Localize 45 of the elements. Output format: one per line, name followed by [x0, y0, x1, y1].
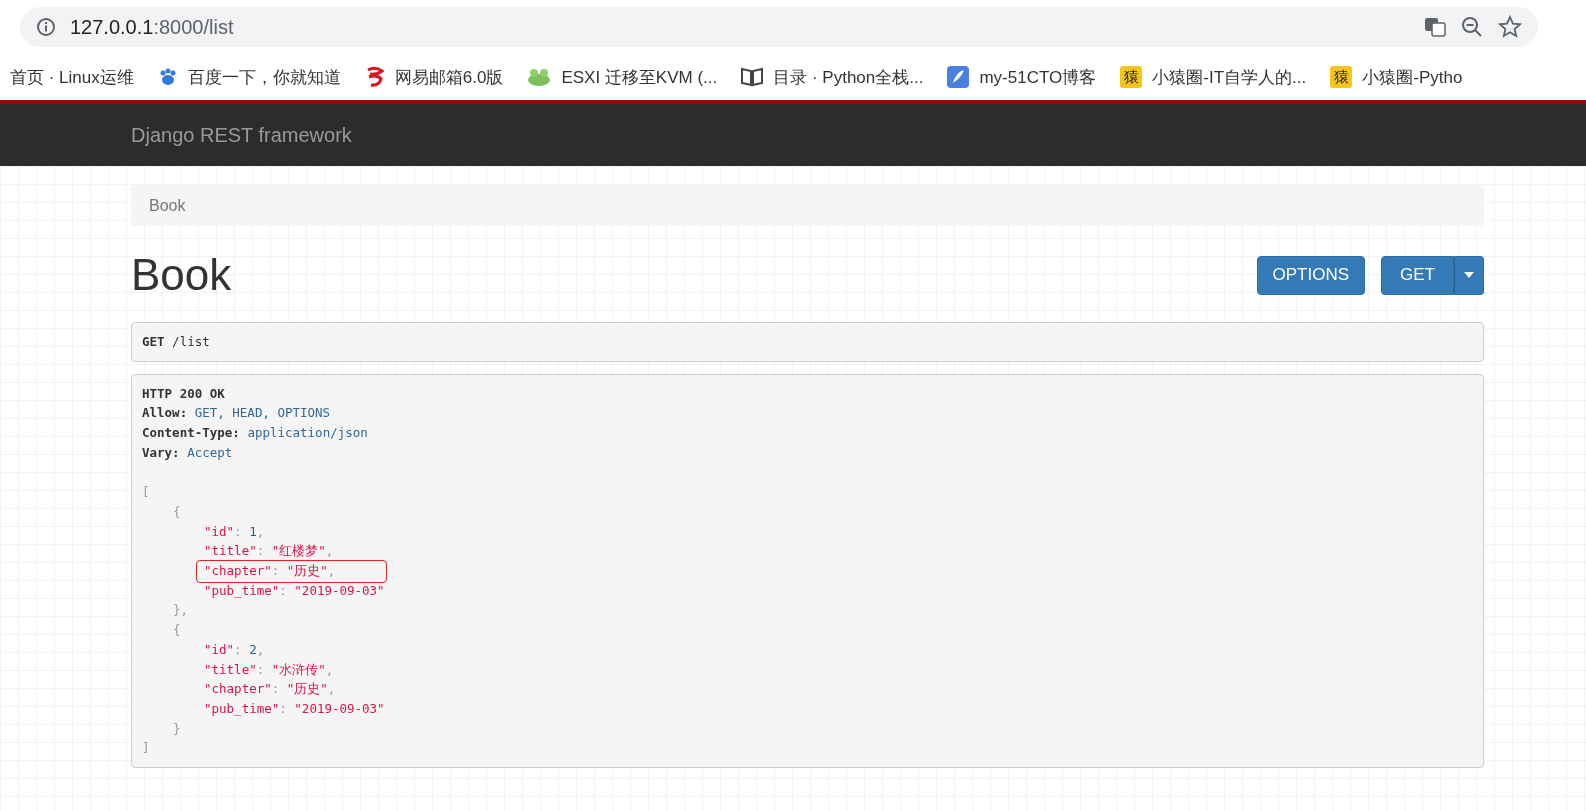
- book-icon: [741, 67, 764, 87]
- get-button[interactable]: GET: [1381, 255, 1454, 295]
- json-field-line: "pub_time": "2019-09-03": [204, 581, 385, 600]
- dropdown-toggle[interactable]: [1454, 255, 1484, 295]
- json-field-line: "id": 2,: [204, 640, 265, 659]
- options-button[interactable]: OPTIONS: [1256, 255, 1366, 295]
- json-field-line: "title": "红楼梦",: [204, 542, 334, 561]
- breadcrumb-link[interactable]: Book: [149, 196, 186, 215]
- caret-icon: [1464, 272, 1474, 278]
- address-bar[interactable]: 127.0.0.1:8000/list: [20, 7, 1538, 47]
- translate-icon[interactable]: [1424, 16, 1446, 38]
- brand-link[interactable]: Django REST framework: [131, 123, 352, 147]
- info-icon: [36, 17, 56, 37]
- json-field-line: "chapter": "历史",: [204, 561, 336, 581]
- bookmark-link[interactable]: 目录 · Python全栈...: [773, 65, 924, 89]
- brace-text: },: [173, 601, 189, 620]
- app-tile-icon: 猿: [1120, 66, 1143, 88]
- header-line: Content-Type: application/json: [142, 424, 368, 443]
- status-line: HTTP 200 OK: [142, 384, 225, 403]
- bracket-text: [: [142, 483, 150, 502]
- bookmark-link[interactable]: my-51CTO博客: [979, 65, 1097, 89]
- zoom-out-icon[interactable]: [1460, 15, 1484, 39]
- bookmark-link[interactable]: 首页 · Linux运维: [10, 65, 134, 89]
- json-field-line: "id": 1,: [204, 522, 265, 541]
- header-line: Vary: Accept: [142, 443, 233, 462]
- json-field-line: "pub_time": "2019-09-03": [204, 699, 385, 718]
- feather-icon: [947, 66, 970, 88]
- brace-text: {: [173, 621, 181, 640]
- bookmark-link[interactable]: 小猿圈-IT自学人的...: [1152, 65, 1307, 89]
- page-title: Book: [131, 250, 232, 300]
- star-icon[interactable]: [1498, 15, 1522, 39]
- bracket-text: ]: [142, 739, 150, 758]
- request-line: GET /list: [142, 333, 210, 351]
- header-line: Allow: GET, HEAD, OPTIONS: [142, 404, 331, 423]
- brace-text: {: [173, 502, 181, 521]
- bookmark-link[interactable]: 小猿圈-Pytho: [1362, 65, 1463, 89]
- json-field-line: "title": "水浒传",: [204, 660, 334, 679]
- app-tile-icon: 猿: [1330, 66, 1353, 88]
- frog-icon: [527, 67, 552, 87]
- json-field-line: "chapter": "历史",: [204, 680, 336, 699]
- url-text: 127.0.0.1:8000/list: [70, 15, 234, 39]
- bookmark-link[interactable]: ESXI 迁移至KVM (...: [561, 65, 718, 89]
- bookmark-link[interactable]: 百度一下，你就知道: [187, 65, 341, 89]
- bookmark-link[interactable]: 网易邮箱6.0版: [394, 65, 504, 89]
- brace-text: }: [173, 719, 181, 738]
